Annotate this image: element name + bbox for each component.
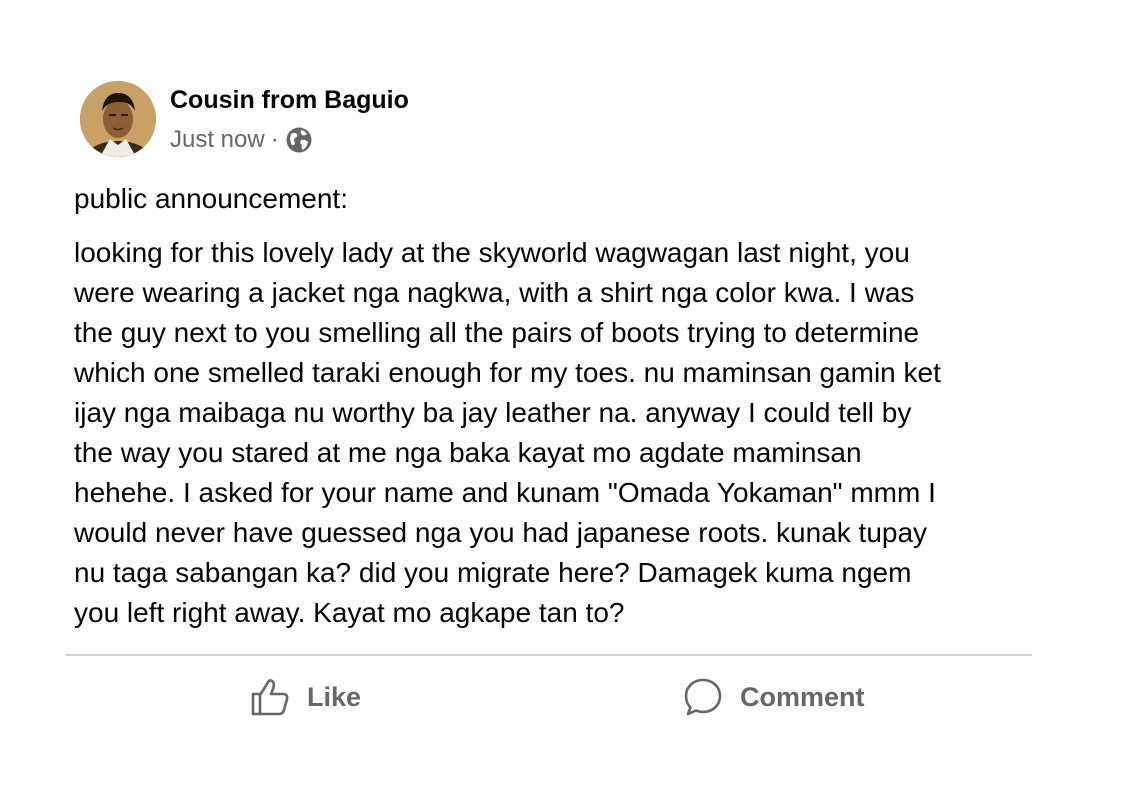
like-label: Like <box>307 681 362 712</box>
post-meta: Just now · <box>170 126 313 154</box>
post-body-line: you left right away. Kayat mo agkape tan… <box>74 597 625 628</box>
thumbs-up-icon <box>249 676 291 718</box>
post-body-line: looking for this lovely lady at the skyw… <box>74 237 910 268</box>
like-button[interactable]: Like <box>249 672 361 722</box>
post-body-line: which one smelled taraki enough for my t… <box>74 357 941 388</box>
post-body-line: the way you stared at me nga baka kayat … <box>74 437 862 468</box>
post-body-line: were wearing a jacket nga nagkwa, with a… <box>74 277 915 308</box>
speech-bubble-icon <box>682 676 724 718</box>
post-timestamp[interactable]: Just now <box>170 126 265 154</box>
post-card: Cousin from Baguio Just now · public ann… <box>0 0 1139 808</box>
post-body-line: would never have guessed nga you had jap… <box>74 517 928 548</box>
meta-separator: · <box>270 126 279 153</box>
globe-icon[interactable] <box>285 126 313 154</box>
post-body-line: the guy next to you smelling all the pai… <box>74 317 920 348</box>
post-body-line: ijay nga maibaga nu worthy ba jay leathe… <box>74 397 912 428</box>
post-body-line: hehehe. I asked for your name and kunam … <box>74 477 936 508</box>
post-body: looking for this lovely lady at the skyw… <box>74 233 1034 633</box>
action-divider <box>66 654 1032 656</box>
avatar[interactable] <box>80 81 156 157</box>
post-heading: public announcement: <box>74 183 348 214</box>
post-body-line: nu taga sabangan ka? did you migrate her… <box>74 557 912 588</box>
comment-label: Comment <box>740 681 865 712</box>
post-author-name[interactable]: Cousin from Baguio <box>170 86 409 115</box>
avatar-photo <box>80 81 156 157</box>
comment-button[interactable]: Comment <box>682 672 865 722</box>
